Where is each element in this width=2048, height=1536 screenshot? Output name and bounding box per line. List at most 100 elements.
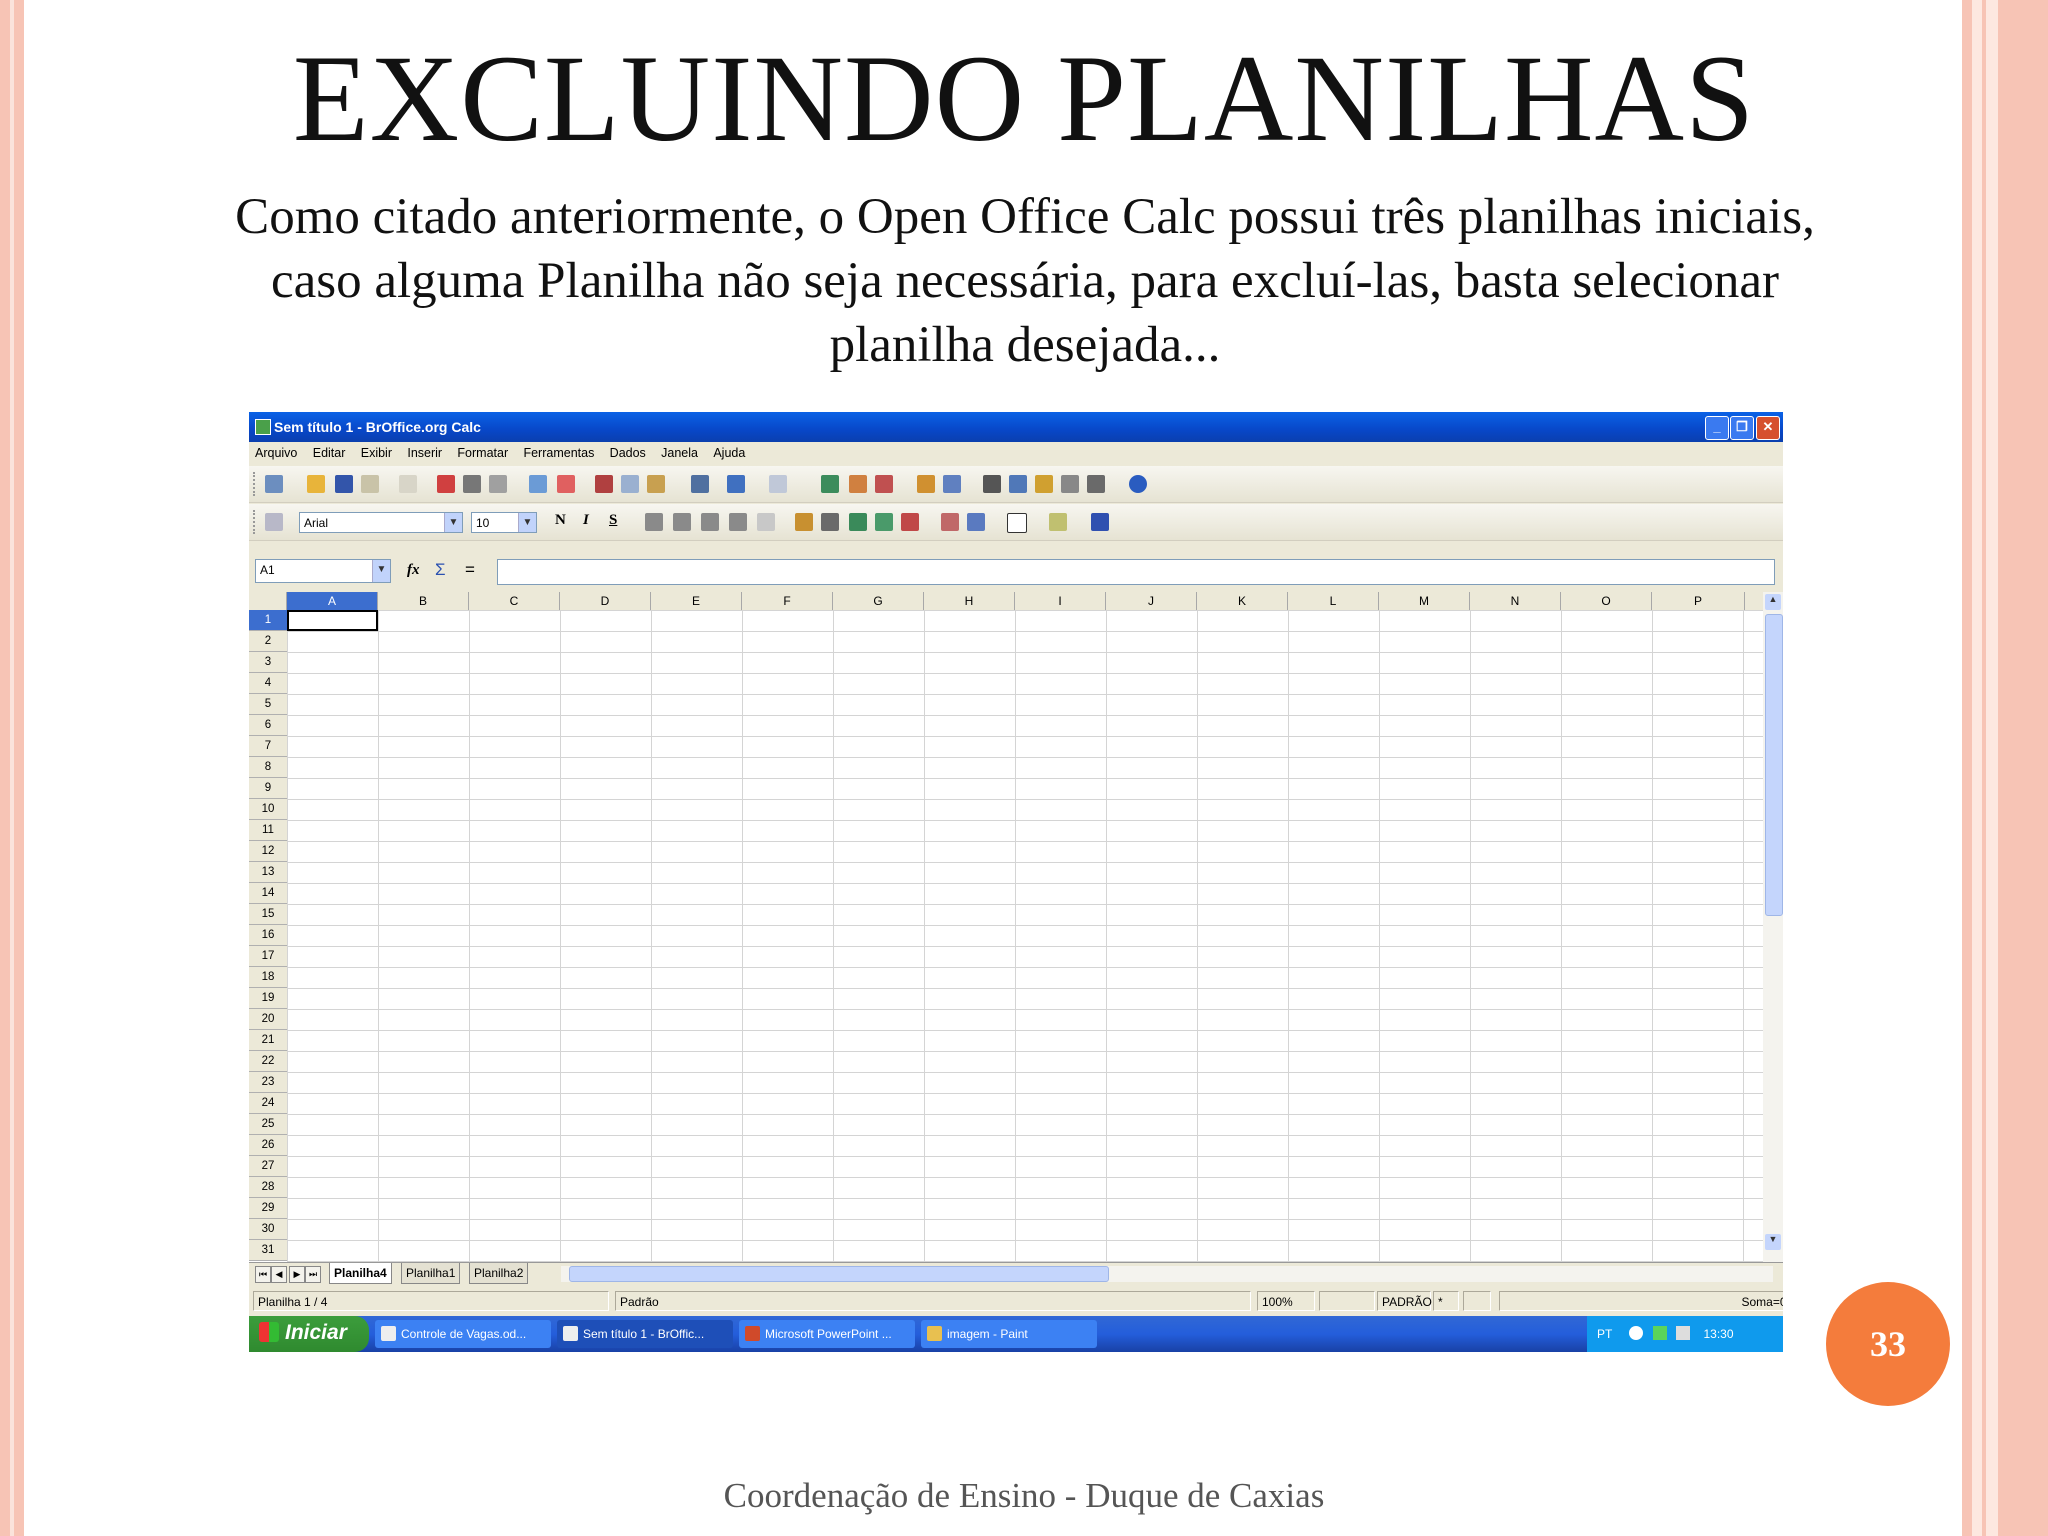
row-header[interactable]: 30 [249,1219,287,1240]
column-header-g[interactable]: G [833,592,924,610]
row-header[interactable]: 24 [249,1093,287,1114]
background-color-icon[interactable] [1049,513,1067,531]
row-header[interactable]: 28 [249,1177,287,1198]
sheet-tab-planilha1[interactable]: Planilha1 [401,1263,461,1284]
taskbar-item-paint[interactable]: imagem - Paint [921,1320,1097,1348]
italic-button[interactable]: I [583,512,589,529]
navigator-icon[interactable] [1009,475,1027,493]
column-header-j[interactable]: J [1106,592,1197,610]
email-icon[interactable] [361,475,379,493]
spellcheck-icon[interactable] [529,475,547,493]
row-header[interactable]: 31 [249,1240,287,1261]
decrease-indent-icon[interactable] [941,513,959,531]
select-all-corner[interactable] [249,592,287,610]
draw-functions-icon[interactable] [943,475,961,493]
zoom-icon[interactable] [1087,475,1105,493]
row-header[interactable]: 2 [249,631,287,652]
row-header[interactable]: 29 [249,1198,287,1219]
hyperlink-icon[interactable] [821,475,839,493]
autospellcheck-icon[interactable] [557,475,575,493]
export-pdf-icon[interactable] [437,475,455,493]
row-header[interactable]: 14 [249,883,287,904]
row-header[interactable]: 18 [249,967,287,988]
format-paintbrush-icon[interactable] [691,475,709,493]
network-icon[interactable] [1652,1326,1667,1340]
menu-inserir[interactable]: Inserir [407,442,442,464]
underline-button[interactable]: S [609,512,617,529]
taskbar-item-powerpoint[interactable]: Microsoft PowerPoint ... [739,1320,915,1348]
column-header-k[interactable]: K [1197,592,1288,610]
print-icon[interactable] [463,475,481,493]
row-header[interactable]: 26 [249,1135,287,1156]
row-header[interactable]: 21 [249,1030,287,1051]
justify-icon[interactable] [729,513,747,531]
menu-ferramentas[interactable]: Ferramentas [523,442,594,464]
row-header[interactable]: 5 [249,694,287,715]
row-header[interactable]: 4 [249,673,287,694]
row-header[interactable]: 6 [249,715,287,736]
vertical-scrollbar[interactable]: ▲ ▼ [1763,592,1783,1272]
row-header[interactable]: 3 [249,652,287,673]
align-left-icon[interactable] [645,513,663,531]
number-format-icon[interactable] [849,513,867,531]
menu-dados[interactable]: Dados [610,442,646,464]
status-zoom[interactable]: 100% [1257,1291,1315,1311]
sum-icon[interactable]: Σ [435,560,446,580]
row-header[interactable]: 10 [249,799,287,820]
column-header-m[interactable]: M [1379,592,1470,610]
menu-editar[interactable]: Editar [313,442,346,464]
next-sheet-icon[interactable]: ▶ [289,1266,305,1283]
prev-sheet-icon[interactable]: ◀ [271,1266,287,1283]
column-header-a[interactable]: A [287,592,378,610]
sheet-tab-planilha4[interactable]: Planilha4 [329,1263,392,1284]
row-header[interactable]: 11 [249,820,287,841]
sort-descending-icon[interactable] [875,475,893,493]
row-header[interactable]: 23 [249,1072,287,1093]
volume-icon[interactable] [1676,1326,1691,1340]
row-header[interactable]: 16 [249,925,287,946]
row-header[interactable]: 15 [249,904,287,925]
column-header-f[interactable]: F [742,592,833,610]
gallery-icon[interactable] [1035,475,1053,493]
column-header-b[interactable]: B [378,592,469,610]
find-replace-icon[interactable] [983,475,1001,493]
column-header-d[interactable]: D [560,592,651,610]
borders-icon[interactable] [1007,513,1027,533]
language-indicator[interactable]: PT [1597,1327,1612,1341]
column-header-o[interactable]: O [1561,592,1652,610]
menu-formatar[interactable]: Formatar [457,442,508,464]
save-icon[interactable] [335,475,353,493]
function-wizard-icon[interactable]: fx [407,562,420,579]
sort-ascending-icon[interactable] [849,475,867,493]
row-header[interactable]: 19 [249,988,287,1009]
percent-format-icon[interactable] [821,513,839,531]
cut-icon[interactable] [595,475,613,493]
column-header-n[interactable]: N [1470,592,1561,610]
row-header[interactable]: 27 [249,1156,287,1177]
font-size-combo[interactable]: 10 ▼ [471,512,537,533]
row-header[interactable]: 9 [249,778,287,799]
last-sheet-icon[interactable]: ⏭ [305,1266,321,1283]
open-folder-icon[interactable] [307,475,325,493]
column-header-i[interactable]: I [1015,592,1106,610]
status-insert-mode[interactable]: PADRÃO [1377,1291,1432,1311]
new-document-icon[interactable] [265,475,283,493]
edit-file-icon[interactable] [399,475,417,493]
align-center-icon[interactable] [673,513,691,531]
scroll-thumb[interactable] [1765,614,1783,916]
taskbar-item-controle[interactable]: Controle de Vagas.od... [375,1320,551,1348]
status-page-style[interactable]: Padrão [615,1291,1251,1311]
function-icon[interactable]: = [465,560,475,580]
column-header-h[interactable]: H [924,592,1015,610]
selected-cell-a1[interactable] [287,610,378,631]
currency-format-icon[interactable] [795,513,813,531]
taskbar-item-calc[interactable]: Sem título 1 - BrOffic... [557,1320,733,1348]
add-decimal-icon[interactable] [875,513,893,531]
minimize-button[interactable]: _ [1705,416,1729,440]
row-header[interactable]: 20 [249,1009,287,1030]
print-preview-icon[interactable] [489,475,507,493]
menu-exibir[interactable]: Exibir [361,442,392,464]
data-sources-icon[interactable] [1061,475,1079,493]
column-header-p[interactable]: P [1652,592,1745,610]
merge-cells-icon[interactable] [757,513,775,531]
